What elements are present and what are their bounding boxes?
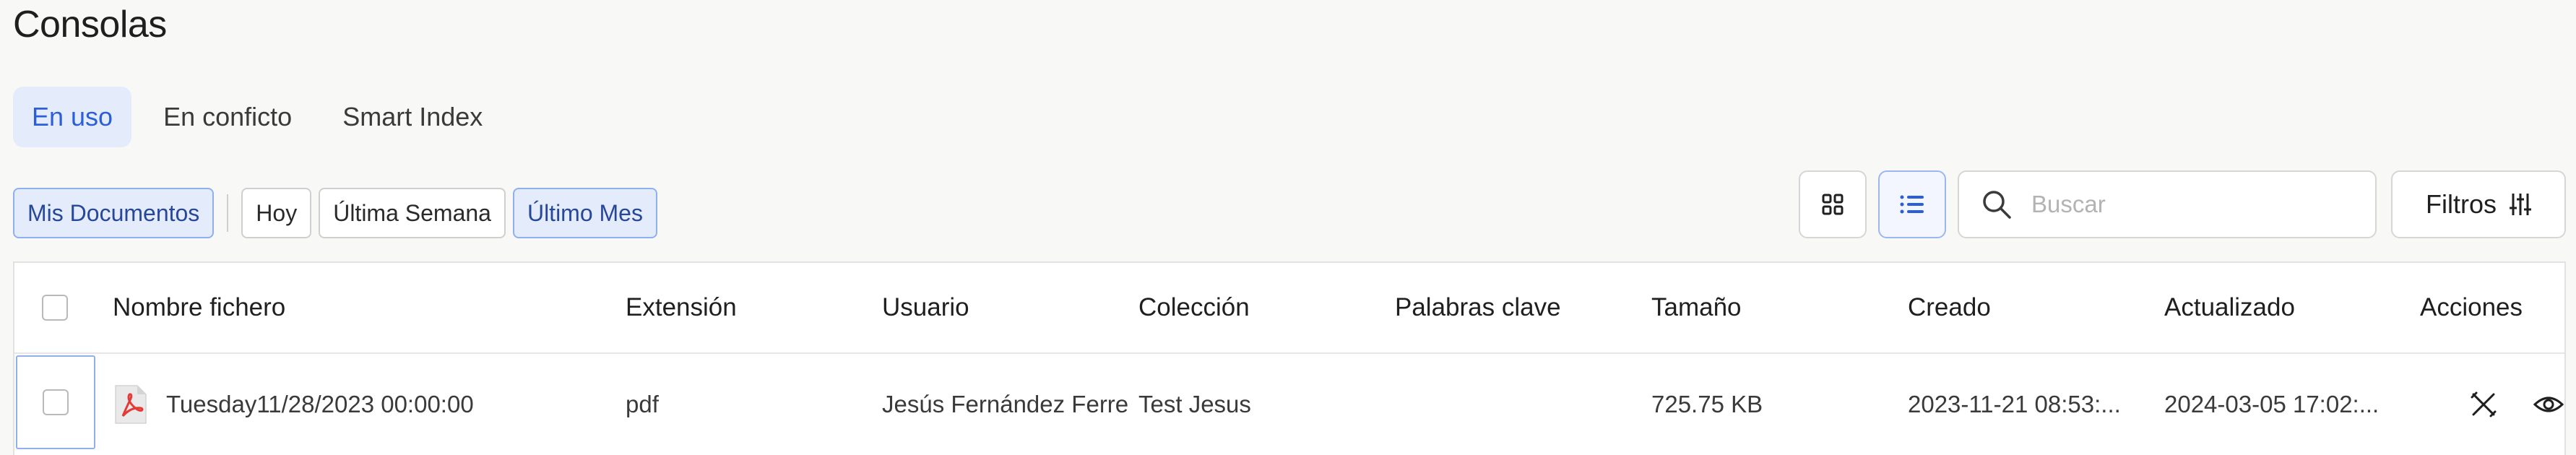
documents-table: Nombre fichero Extensión Usuario Colecci…: [13, 261, 2566, 455]
created-cell: 2023-11-21 08:53:...: [1908, 391, 2121, 417]
file-name-cell[interactable]: Tuesday11/28/2023 00:00:00: [113, 354, 474, 455]
chip-hoy[interactable]: Hoy: [241, 188, 312, 238]
file-name: Tuesday11/28/2023 00:00:00: [166, 391, 474, 417]
col-nombre-fichero[interactable]: Nombre fichero: [113, 263, 285, 352]
page-title: Consolas: [13, 4, 167, 46]
col-usuario[interactable]: Usuario: [882, 263, 969, 352]
table-row[interactable]: Tuesday11/28/2023 00:00:00 pdf Jesús Fer…: [14, 354, 2564, 455]
list-icon: [1900, 195, 1924, 214]
sliders-icon: [2510, 194, 2531, 215]
chip-mis-documentos[interactable]: Mis Documentos: [13, 188, 215, 238]
select-all-checkbox[interactable]: [42, 295, 68, 321]
col-extension[interactable]: Extensión: [626, 263, 737, 352]
actions-cell: [2469, 354, 2564, 455]
search-input[interactable]: [2031, 191, 2364, 218]
row-select-cell: [16, 355, 95, 449]
col-tamano[interactable]: Tamaño: [1651, 263, 1742, 352]
consolas-page: Consolas En uso En conficto Smart Index …: [0, 0, 2576, 455]
col-creado[interactable]: Creado: [1908, 263, 1991, 352]
row-checkbox[interactable]: [43, 389, 69, 415]
extension-cell: pdf: [626, 391, 659, 417]
grid-view-button[interactable]: [1799, 170, 1867, 238]
tab-bar: En uso En conficto Smart Index: [13, 87, 501, 147]
tab-en-conflicto[interactable]: En conficto: [144, 87, 311, 147]
col-actualizado[interactable]: Actualizado: [2164, 263, 2295, 352]
user-cell: Jesús Fernández Ferre: [882, 391, 1129, 417]
date-filter-chips: Mis Documentos Hoy Última Semana Último …: [13, 188, 665, 238]
table-header-row: Nombre fichero Extensión Usuario Colecci…: [14, 263, 2564, 354]
collection-cell: Test Jesus: [1138, 391, 1251, 417]
col-acciones: Acciones: [2420, 293, 2523, 321]
eye-icon[interactable]: [2533, 390, 2564, 419]
search-box: [1958, 170, 2377, 238]
chip-ultimo-mes[interactable]: Último Mes: [512, 188, 657, 238]
tab-smart-index[interactable]: Smart Index: [324, 87, 501, 147]
grid-icon: [1822, 194, 1844, 215]
resolve-conflict-icon[interactable]: [2469, 390, 2498, 419]
chip-divider: [227, 194, 229, 232]
filters-label: Filtros: [2426, 189, 2497, 219]
size-cell: 725.75 KB: [1651, 391, 1763, 417]
updated-cell: 2024-03-05 17:02:...: [2164, 391, 2380, 417]
col-palabras-clave[interactable]: Palabras clave: [1395, 263, 1561, 352]
chip-ultima-semana[interactable]: Última Semana: [319, 188, 506, 238]
list-view-button[interactable]: [1878, 170, 1946, 238]
tab-en-uso[interactable]: En uso: [13, 87, 132, 147]
col-coleccion[interactable]: Colección: [1138, 263, 1250, 352]
filters-button[interactable]: Filtros: [2391, 170, 2566, 238]
select-all-cell: [42, 263, 68, 352]
pdf-icon: [115, 385, 147, 424]
search-icon: [1983, 191, 2011, 219]
